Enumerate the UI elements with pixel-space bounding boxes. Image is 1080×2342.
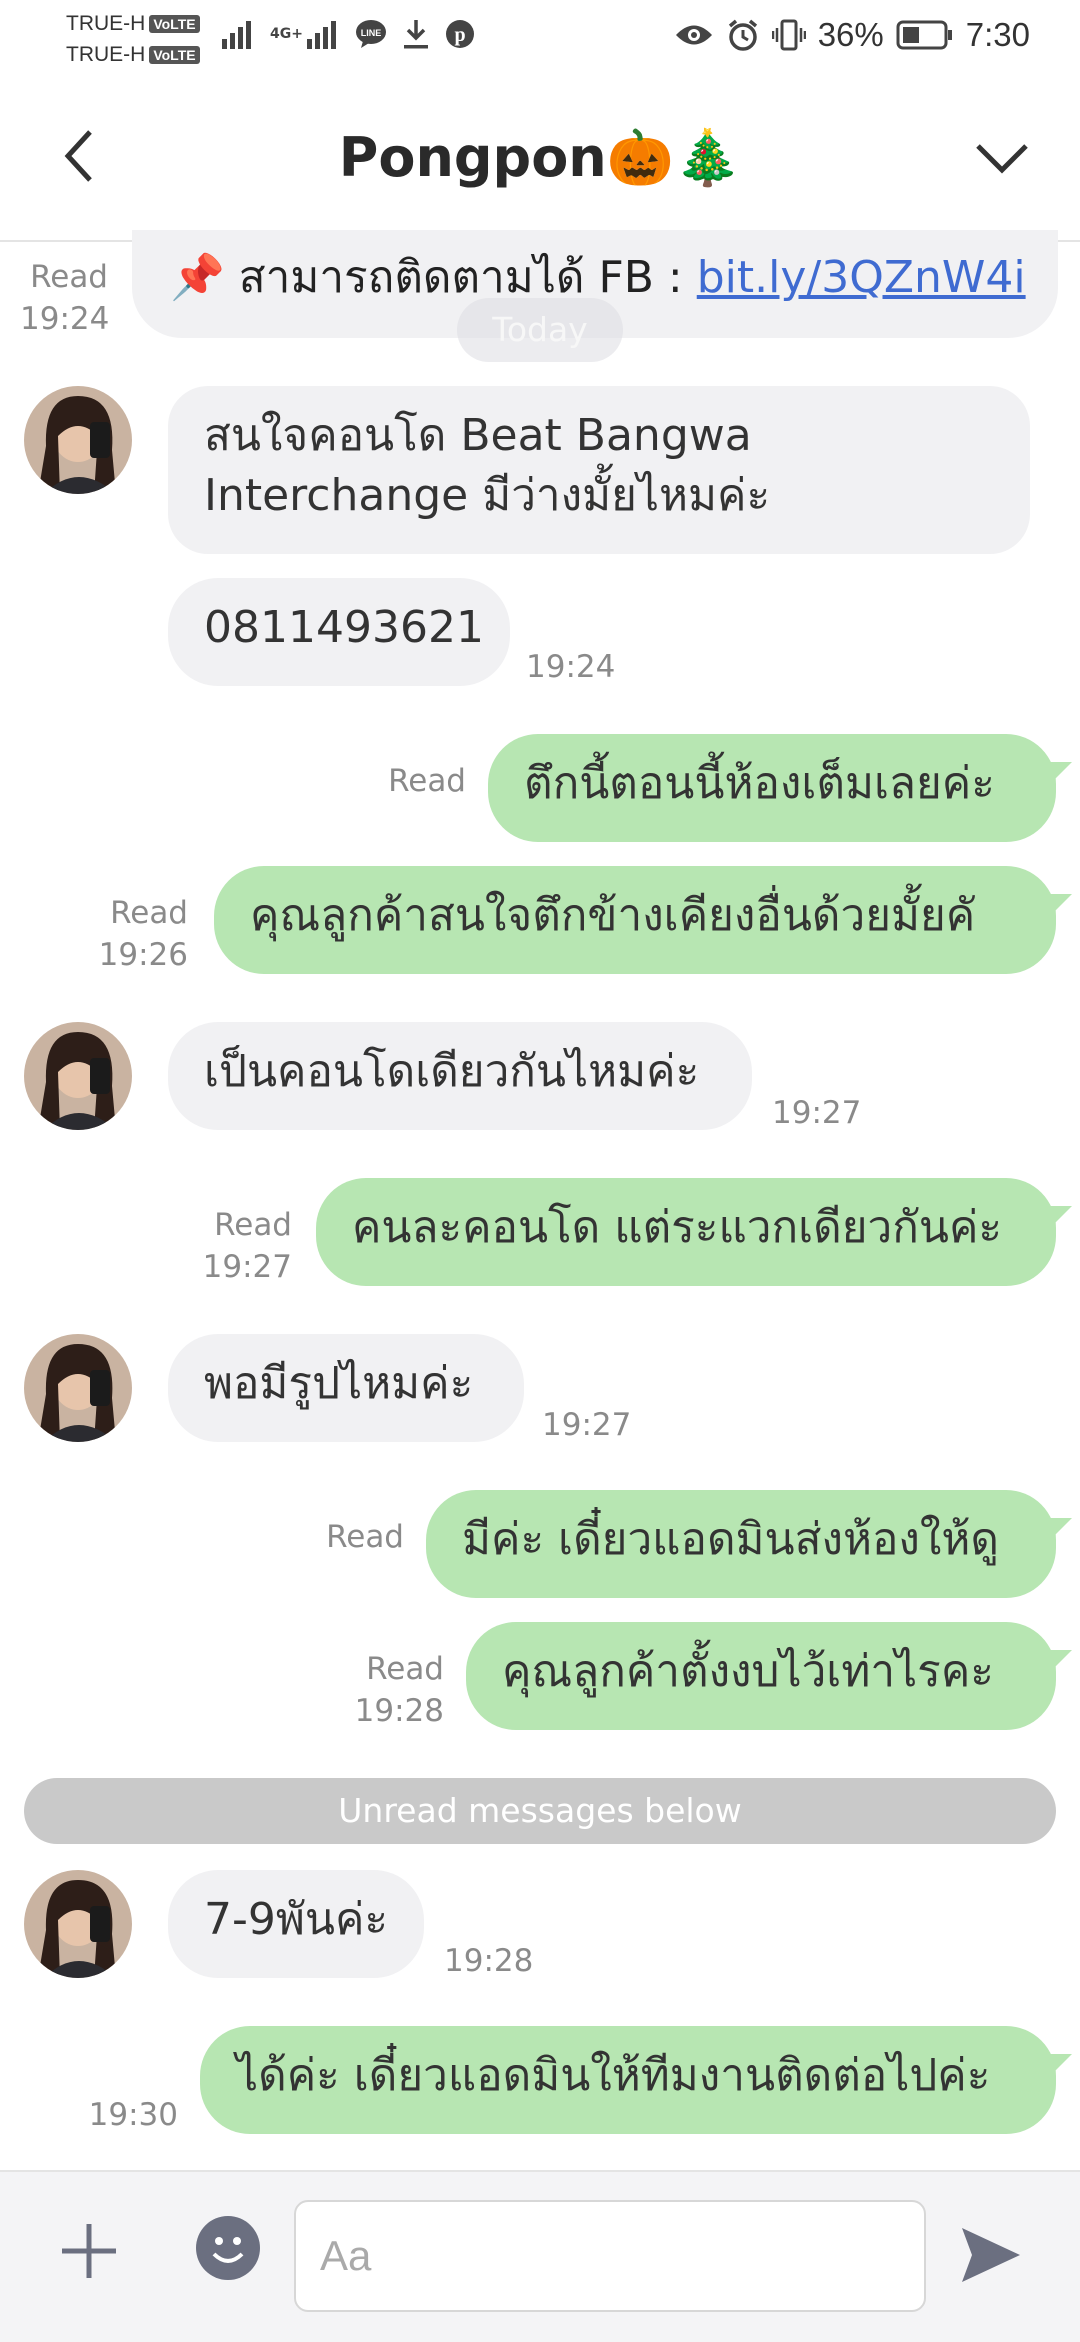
svg-text:LINE: LINE: [361, 28, 382, 38]
send-icon[interactable]: [958, 2224, 1024, 2286]
bubble-tail: [1050, 1650, 1072, 1672]
message-composer: Aa: [0, 2170, 1080, 2342]
bubble-tail: [1050, 894, 1072, 916]
eye-icon: [675, 25, 712, 45]
message-input[interactable]: Aa: [294, 2200, 926, 2312]
volte-badge: VoLTE: [149, 15, 200, 34]
message-bubble-outgoing[interactable]: ตึกนี้ตอนนี้ห้องเต็มเลยค่ะ: [488, 734, 1056, 842]
alarm-icon: [728, 19, 757, 51]
carrier-1: TRUE-H: [66, 12, 146, 35]
message-text: 7-9พันค่ะ: [204, 1894, 389, 1945]
chat-header: Pongpon🎃🎄: [0, 80, 1080, 242]
date-divider: Today: [457, 298, 623, 362]
carrier-2: TRUE-H: [66, 43, 146, 66]
message-text: ตึกนี้ตอนนี้ห้องเต็มเลยค่ะ: [524, 758, 995, 809]
vibrate-icon: [771, 19, 806, 51]
svg-text:p: p: [454, 24, 465, 46]
read-receipt: Read 19:27: [202, 1207, 292, 1285]
download-icon: [403, 20, 428, 49]
message-text: 0811493621: [204, 602, 484, 653]
message-text: มีค่ะ เดี๋ยวแอดมินส่งห้องให้ดู: [462, 1514, 999, 1565]
message-bubble-incoming[interactable]: พอมีรูปไหมค่ะ: [168, 1334, 524, 1442]
read-receipt: Read 19:24: [20, 259, 110, 337]
bubble-tail: [1050, 1206, 1072, 1228]
message-text: คุณลูกค้าสนใจตึกข้างเคียงอื่นด้วยมั้ยคั: [250, 890, 976, 941]
signal-icon: [306, 21, 336, 49]
battery-icon: [896, 20, 952, 50]
avatar[interactable]: [24, 1334, 132, 1442]
chevron-down-icon[interactable]: [972, 132, 1032, 182]
message-time: 19:30: [88, 2097, 178, 2133]
message-text: สนใจคอนโด Beat Bangwa: [204, 410, 752, 461]
message-text: ได้ค่ะ เดี๋ยวแอดมินให้ทีมงานติดต่อไปค่ะ: [236, 2050, 991, 2101]
message-bubble-outgoing[interactable]: คนละคอนโด แต่ระแวกเดียวกันค่ะ: [316, 1178, 1056, 1286]
read-receipt: Read: [326, 1519, 404, 1555]
message-bubble-incoming[interactable]: 0811493621: [168, 578, 510, 686]
message-time: 19:28: [444, 1943, 534, 1979]
avatar[interactable]: [24, 386, 132, 494]
message-bubble-outgoing[interactable]: คุณลูกค้าตั้งงบไว้เท่าไรคะ: [466, 1622, 1056, 1730]
status-icons-left: 4G+ LINE p: [222, 18, 475, 50]
message-text: คนละคอนโด แต่ระแวกเดียวกันค่ะ: [352, 1202, 1003, 1253]
message-bubble-incoming[interactable]: เป็นคอนโดเดียวกันไหมค่ะ: [168, 1022, 752, 1130]
message-bubble-outgoing[interactable]: ได้ค่ะ เดี๋ยวแอดมินให้ทีมงานติดต่อไปค่ะ: [200, 2026, 1056, 2134]
emoji-icon[interactable]: [196, 2216, 260, 2280]
avatar[interactable]: [24, 1022, 132, 1130]
message-bubble-incoming[interactable]: 7-9พันค่ะ: [168, 1870, 424, 1978]
message-text: เป็นคอนโดเดียวกันไหมค่ะ: [204, 1046, 700, 1097]
unread-divider: Unread messages below: [24, 1778, 1056, 1844]
chat-title: Pongpon🎃🎄: [338, 126, 742, 189]
message-text: 📌 สามารถติดตามได้ FB :: [170, 252, 697, 303]
carrier-info: TRUE-H VoLTE TRUE-H VoLTE: [66, 8, 200, 70]
volte-badge: VoLTE: [149, 46, 200, 65]
message-bubble-outgoing[interactable]: มีค่ะ เดี๋ยวแอดมินส่งห้องให้ดู: [426, 1490, 1056, 1598]
bubble-tail: [1050, 762, 1072, 784]
bubble-tail: [1050, 2054, 1072, 2076]
bubble-tail: [1050, 1518, 1072, 1540]
facebook-link[interactable]: bit.ly/3QZnW4i: [697, 252, 1026, 303]
message-time: 19:27: [772, 1095, 862, 1131]
status-icons-right: 36% 7:30: [674, 16, 1030, 54]
message-text: คุณลูกค้าตั้งงบไว้เท่าไรคะ: [502, 1646, 994, 1697]
status-bar: TRUE-H VoLTE TRUE-H VoLTE 4G+ LINE p 36% 7…: [0, 0, 1080, 80]
network-type: 4G+: [270, 26, 303, 42]
message-time: 19:27: [542, 1407, 632, 1443]
pinterest-icon: p: [445, 20, 474, 48]
message-bubble-outgoing[interactable]: คุณลูกค้าสนใจตึกข้างเคียงอื่นด้วยมั้ยคั: [214, 866, 1056, 974]
clock: 7:30: [965, 16, 1030, 53]
battery-percent: 36%: [817, 16, 884, 53]
plus-icon[interactable]: [56, 2218, 122, 2284]
read-receipt: Read 19:28: [354, 1651, 444, 1729]
line-app-icon: LINE: [355, 20, 386, 48]
message-bubble-incoming[interactable]: สนใจคอนโด Beat Bangwa Interchange มีว่าง…: [168, 386, 1030, 554]
read-receipt: Read: [388, 763, 466, 799]
message-time: 19:24: [526, 649, 616, 685]
read-receipt: Read 19:26: [98, 895, 188, 973]
avatar[interactable]: [24, 1870, 132, 1978]
message-text: Interchange มีว่างมั้ยไหมค่ะ: [204, 470, 771, 521]
signal-icon: [222, 21, 251, 49]
message-text: พอมีรูปไหมค่ะ: [204, 1358, 474, 1409]
